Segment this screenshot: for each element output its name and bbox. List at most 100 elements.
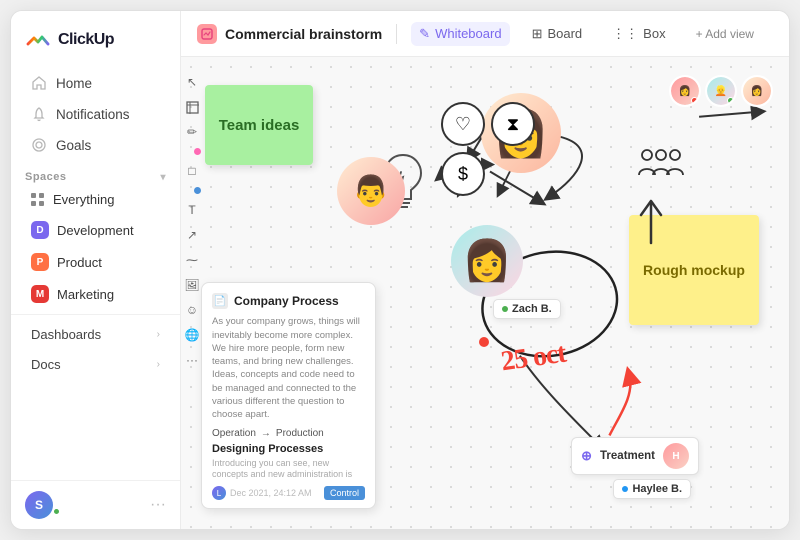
tool-pen[interactable]: ✏ bbox=[183, 123, 201, 141]
add-view-label: + Add view bbox=[696, 27, 754, 41]
doc-avatar: L bbox=[212, 486, 226, 500]
header-title: Commercial brainstorm bbox=[225, 26, 382, 42]
treatment-label: Treatment bbox=[600, 450, 655, 462]
doc-card[interactable]: 📄 Company Process As your company grows,… bbox=[201, 282, 376, 509]
tool-cursor[interactable]: ↖ bbox=[183, 73, 201, 91]
doc-card-footer: L Dec 2021, 24:12 AM Control bbox=[212, 486, 365, 500]
people-group-icon bbox=[633, 145, 689, 181]
tool-frame[interactable] bbox=[183, 98, 201, 116]
product-label: Product bbox=[57, 255, 102, 270]
photo-3-placeholder: 👩 bbox=[743, 77, 771, 105]
board-tab-label: Board bbox=[547, 26, 582, 41]
sidebar-item-marketing[interactable]: M Marketing bbox=[17, 279, 174, 309]
user-avatar: S bbox=[25, 491, 53, 519]
haylee-label: Haylee B. bbox=[613, 479, 691, 499]
treatment-icon: ⊕ bbox=[581, 448, 592, 464]
box-tab-label: Box bbox=[643, 26, 665, 41]
tab-box[interactable]: ⋮⋮ Box bbox=[604, 22, 673, 46]
add-view-button[interactable]: + Add view bbox=[688, 23, 762, 45]
tool-emoji[interactable]: ☺ bbox=[183, 301, 201, 319]
zach-status-dot bbox=[502, 306, 508, 312]
doc-control-btn[interactable]: Control bbox=[324, 486, 365, 500]
tab-board[interactable]: ⊞ Board bbox=[524, 22, 591, 46]
color-pink-dot[interactable] bbox=[194, 148, 201, 155]
red-pin-mark bbox=[479, 337, 489, 347]
everything-grid-icon bbox=[31, 193, 45, 207]
profile-photo-3: 👩 bbox=[741, 75, 773, 107]
doc-card-title: Company Process bbox=[234, 294, 339, 308]
canvas-area[interactable]: ↖ ✏ □ T ↗ ⁓ 🖼 ☺ 🌐 ··· bbox=[181, 57, 789, 529]
sticky-yellow-text: Rough mockup bbox=[643, 262, 745, 278]
doc-card-icon: 📄 bbox=[212, 293, 228, 309]
dashboards-label: Dashboards bbox=[31, 327, 101, 342]
photo-2-status-dot bbox=[727, 97, 734, 104]
marketing-dot: M bbox=[31, 285, 49, 303]
sidebar-item-dashboards[interactable]: Dashboards › bbox=[17, 320, 174, 349]
treatment-photo: H bbox=[663, 443, 689, 469]
tool-connector[interactable]: ⁓ bbox=[183, 251, 201, 269]
doc-row-arrow: → bbox=[261, 428, 271, 439]
bell-icon bbox=[31, 106, 47, 122]
toolbar-left: ↖ ✏ □ T ↗ ⁓ 🖼 ☺ 🌐 ··· bbox=[181, 67, 203, 519]
development-dot: D bbox=[31, 221, 49, 239]
tool-more[interactable]: ··· bbox=[183, 351, 201, 369]
sidebar-item-home[interactable]: Home bbox=[17, 68, 174, 98]
tool-shape[interactable]: □ bbox=[183, 162, 201, 180]
sidebar-nav: Home Notifications Goals bbox=[11, 63, 180, 161]
doc-date: Dec 2021, 24:12 AM bbox=[230, 488, 312, 498]
product-dot: P bbox=[31, 253, 49, 271]
doc-section-body: Introducing you can see, new concepts an… bbox=[212, 458, 365, 481]
profile-photos: 👩 👱 👩 bbox=[669, 75, 773, 107]
sidebar-item-product[interactable]: P Product bbox=[17, 247, 174, 277]
photo-1-status-dot bbox=[691, 97, 698, 104]
tool-globe[interactable]: 🌐 bbox=[183, 326, 201, 344]
goals-label: Goals bbox=[56, 138, 91, 153]
arrow-up-icon bbox=[633, 195, 669, 253]
person-photo-left: 👨 bbox=[337, 157, 405, 225]
sidebar-item-notifications[interactable]: Notifications bbox=[17, 99, 174, 129]
person-photo-bottom: 👩 bbox=[451, 225, 523, 297]
board-tab-icon: ⊞ bbox=[532, 26, 543, 42]
tool-image[interactable]: 🖼 bbox=[183, 276, 201, 294]
dollar-circle: $ bbox=[441, 152, 485, 196]
doc-card-header: 📄 Company Process bbox=[212, 293, 365, 309]
doc-row-left: Operation bbox=[212, 428, 256, 439]
haylee-status-dot bbox=[622, 486, 628, 492]
whiteboard-tab-label: Whiteboard bbox=[435, 26, 501, 41]
zach-label: Zach B. bbox=[493, 299, 561, 319]
everything-label: Everything bbox=[53, 192, 114, 207]
home-icon bbox=[31, 75, 47, 91]
development-label: Development bbox=[57, 223, 134, 238]
doc-card-row: Operation → Production bbox=[212, 428, 365, 439]
doc-footer-left: L Dec 2021, 24:12 AM bbox=[212, 486, 312, 500]
sidebar-logo[interactable]: ClickUp bbox=[11, 11, 180, 63]
sidebar-item-goals[interactable]: Goals bbox=[17, 130, 174, 160]
sticky-green-text: Team ideas bbox=[219, 117, 300, 134]
goals-icon bbox=[31, 137, 47, 153]
tool-text[interactable]: T bbox=[183, 201, 201, 219]
profile-photo-1: 👩 bbox=[669, 75, 701, 107]
docs-arrow: › bbox=[157, 359, 160, 370]
hourglass-circle: ⧗ bbox=[491, 102, 535, 146]
sticky-note-team-ideas[interactable]: Team ideas bbox=[205, 85, 313, 165]
sidebar-item-everything[interactable]: Everything bbox=[17, 186, 174, 213]
heart-circle: ♡ bbox=[441, 102, 485, 146]
main-header: Commercial brainstorm ✎ Whiteboard ⊞ Boa… bbox=[181, 11, 789, 57]
user-more-icon[interactable]: ··· bbox=[150, 496, 166, 514]
color-blue-dot[interactable] bbox=[194, 187, 201, 194]
header-title-area: Commercial brainstorm bbox=[197, 24, 382, 44]
tab-whiteboard[interactable]: ✎ Whiteboard bbox=[411, 22, 509, 46]
sidebar-user[interactable]: S ··· bbox=[11, 480, 180, 529]
whiteboard-tab-icon: ✎ bbox=[419, 26, 430, 42]
sidebar-item-development[interactable]: D Development bbox=[17, 215, 174, 245]
zach-name: Zach B. bbox=[512, 303, 552, 315]
app-container: ClickUp Home Notifications Goals Spaces … bbox=[10, 10, 790, 530]
clickup-logo-icon bbox=[25, 27, 51, 53]
tool-arrow[interactable]: ↗ bbox=[183, 226, 201, 244]
doc-row-right: Production bbox=[276, 428, 324, 439]
treatment-card[interactable]: ⊕ Treatment H bbox=[571, 437, 699, 475]
profile-photo-2: 👱 bbox=[705, 75, 737, 107]
dashboards-arrow: › bbox=[157, 329, 160, 340]
sidebar-item-docs[interactable]: Docs › bbox=[17, 350, 174, 379]
notifications-label: Notifications bbox=[56, 107, 130, 122]
